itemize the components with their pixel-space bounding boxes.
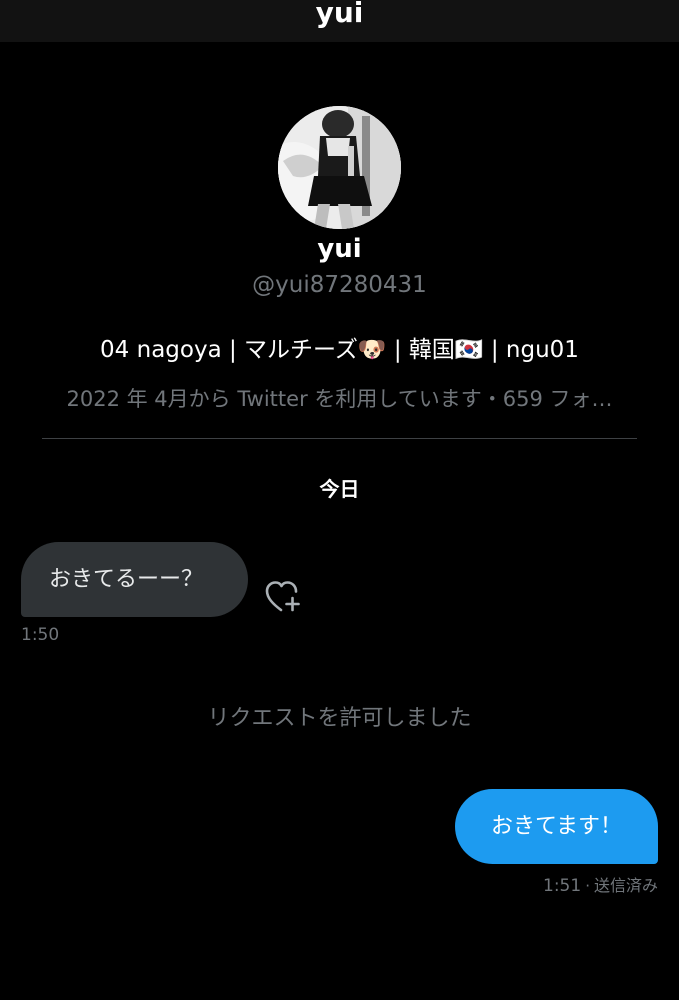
heart-plus-icon[interactable] — [264, 580, 302, 614]
avatar[interactable] — [278, 106, 401, 229]
sent-message-status: 1:51 · 送信済み — [543, 872, 658, 896]
status-separator: · — [585, 877, 590, 895]
received-message-time: 1:50 — [21, 625, 60, 645]
sent-message-time: 1:51 — [543, 876, 582, 896]
delivery-status: 送信済み — [593, 876, 658, 895]
profile-handle[interactable]: @yui87280431 — [0, 272, 679, 298]
sent-message-bubble[interactable]: おきてます！ — [455, 789, 658, 864]
received-message-bubble[interactable]: おきてるーー？ — [21, 542, 248, 617]
profile-meta: 2022 年 4月から Twitter を利用しています・659 フォ… — [66, 387, 613, 411]
user-avatar-photo — [278, 106, 401, 229]
date-separator: 今日 — [319, 477, 360, 501]
profile-name[interactable]: yui — [0, 234, 679, 264]
request-accepted-notice: リクエストを許可しました — [207, 706, 472, 731]
header-title[interactable]: yui — [0, 0, 679, 30]
divider — [42, 438, 637, 439]
conversation-header: yui — [0, 0, 679, 42]
profile-bio: 04 nagoya | マルチーズ🐶 | 韓国🇰🇷 | ngu01 — [100, 337, 579, 363]
